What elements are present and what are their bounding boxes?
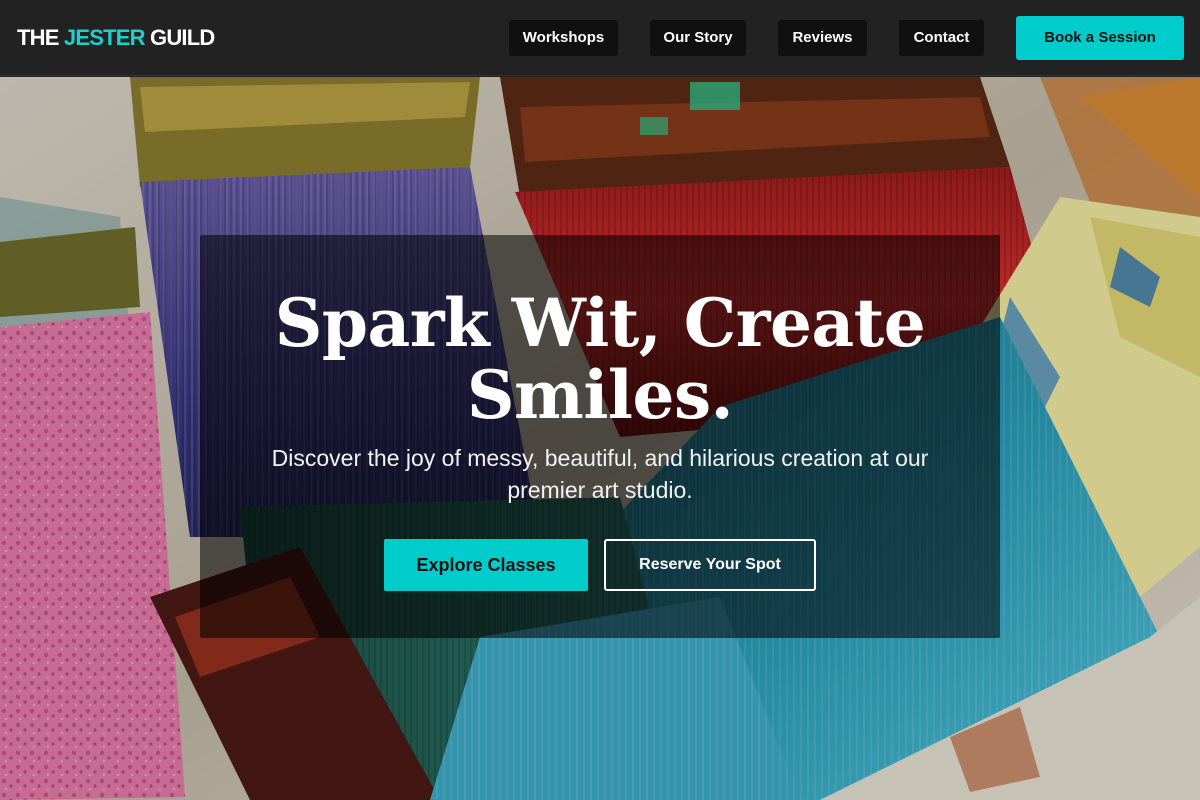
nav-link-reviews[interactable]: Reviews [778,20,867,56]
nav-link-workshops[interactable]: Workshops [509,20,618,56]
hero-title: Spark Wit, Create Smiles. [274,284,926,434]
nav-link-contact[interactable]: Contact [899,20,984,56]
book-session-button[interactable]: Book a Session [1016,16,1184,60]
nav-link-our-story[interactable]: Our Story [650,20,746,56]
top-navbar: THE JESTER GUILD Workshops Our Story Rev… [0,0,1200,76]
hero-subtitle: Discover the joy of messy, beautiful, an… [271,445,929,503]
reserve-spot-button[interactable]: Reserve Your Spot [604,539,816,591]
logo-text-jester: JESTER [63,25,146,50]
site-logo[interactable]: THE JESTER GUILD [17,24,215,52]
logo-text-guild: GUILD [144,25,215,50]
explore-classes-button[interactable]: Explore Classes [384,539,588,591]
logo-text-the: THE [17,25,64,50]
hero-overlay-card: Spark Wit, Create Smiles. Discover the j… [200,235,1000,638]
